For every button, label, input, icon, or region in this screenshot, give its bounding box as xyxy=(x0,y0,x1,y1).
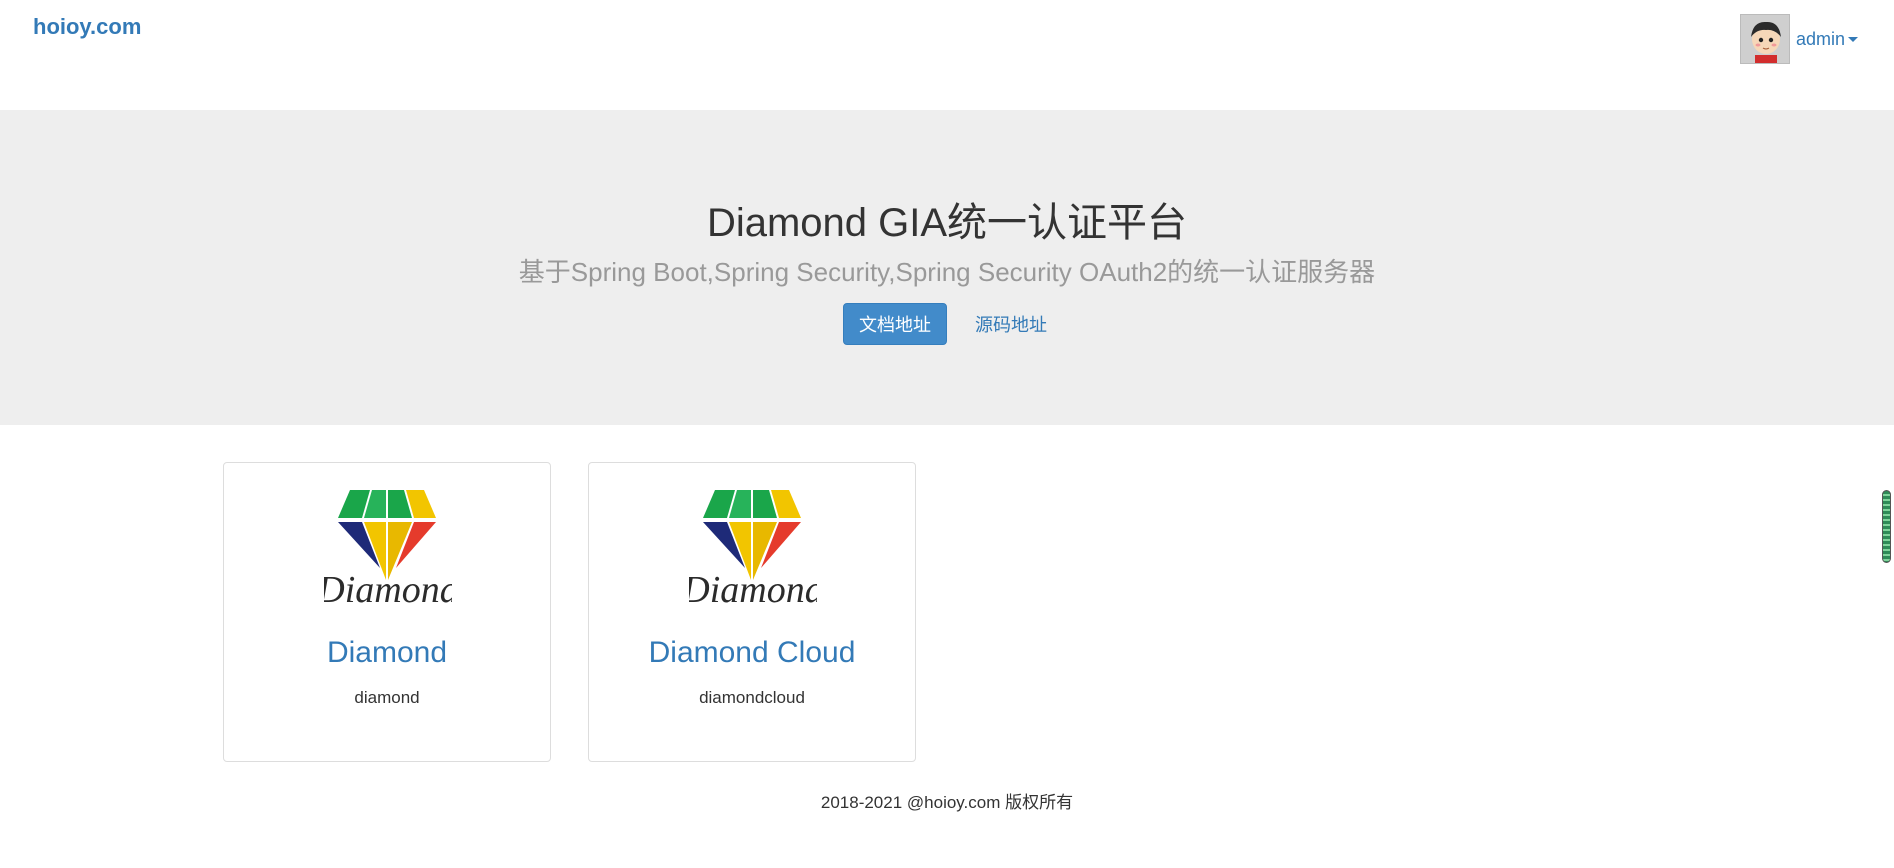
app-card-code: diamond xyxy=(354,688,420,707)
footer-copyright: 2018-2021 @hoioy.com 版权所有 xyxy=(820,793,1074,812)
app-cards: Diamond Diamond diamond Diamond Diamond … xyxy=(223,462,916,762)
user-name[interactable]: admin xyxy=(1796,29,1845,50)
caret-down-icon[interactable] xyxy=(1848,36,1859,42)
page-subtitle: 基于Spring Boot,Spring Security,Spring Sec… xyxy=(518,257,1376,287)
svg-text:Diamond: Diamond xyxy=(689,569,817,608)
svg-text:Diamond: Diamond xyxy=(324,569,452,608)
navbar: hoioy.com admin xyxy=(0,0,1894,110)
app-card-diamond[interactable]: Diamond Diamond diamond xyxy=(223,462,551,762)
cartoon-avatar-icon xyxy=(1741,15,1789,63)
page-title: Diamond GIA统一认证平台 xyxy=(706,201,1188,245)
app-card-title[interactable]: Diamond Cloud xyxy=(589,636,915,670)
brand-link[interactable]: hoioy.com xyxy=(33,14,141,40)
hero-jumbotron: Diamond GIA统一认证平台 基于Spring Boot,Spring S… xyxy=(0,110,1894,425)
docs-button[interactable]: 文档地址 xyxy=(843,303,947,345)
source-link[interactable]: 源码地址 xyxy=(971,311,1051,337)
diamond-logo-icon: Diamond xyxy=(689,490,817,608)
app-card-code: diamondcloud xyxy=(699,688,805,707)
app-card-title[interactable]: Diamond xyxy=(224,636,550,670)
user-menu[interactable]: admin xyxy=(1740,14,1859,64)
avatar[interactable] xyxy=(1740,14,1790,64)
scroll-handle[interactable] xyxy=(1882,490,1891,563)
hero-actions: 文档地址 源码地址 xyxy=(0,303,1894,345)
diamond-logo-icon: Diamond xyxy=(324,490,452,608)
app-card-diamond-cloud[interactable]: Diamond Diamond Cloud diamondcloud xyxy=(588,462,916,762)
